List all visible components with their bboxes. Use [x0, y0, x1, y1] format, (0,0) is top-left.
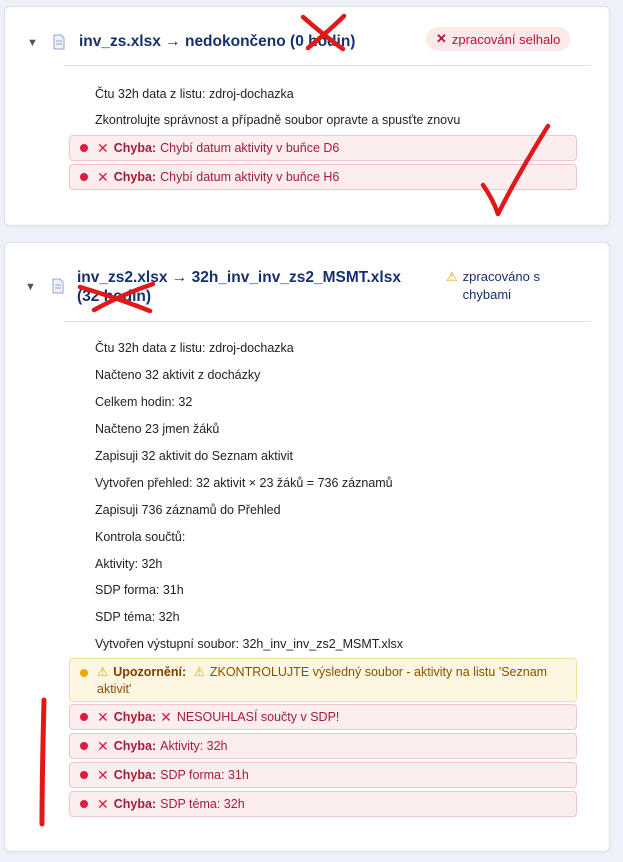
error-icon: ✕: [97, 708, 109, 725]
log-line: SDP téma: 32h: [95, 610, 180, 624]
warning-icon: ⚠: [193, 665, 205, 679]
status-badge: ✕ zpracování selhalo: [426, 27, 571, 51]
error-text: Aktivity: 32h: [160, 739, 228, 753]
warning-label: Upozornění:: [113, 665, 187, 679]
error-text: Chybí datum aktivity v buňce D6: [160, 141, 340, 155]
bullet-icon: [80, 771, 88, 779]
error-message: ✕ Chyba: ✕ NESOUHLASÍ součty v SDP!: [69, 704, 577, 730]
status-text: zpracování selhalo: [451, 31, 561, 47]
error-text: NESOUHLASÍ součty v SDP!: [176, 710, 340, 724]
error-text: SDP forma: 31h: [160, 768, 249, 782]
file-card-1: ▼ inv_zs.xlsx → nedokončeno (0 hodin) ✕ …: [4, 6, 610, 226]
error-message: ✕ Chyba: SDP téma: 32h: [69, 791, 577, 817]
log-line: Celkem hodin: 32: [95, 395, 193, 409]
error-message: ✕ Chyba: SDP forma: 31h: [69, 762, 577, 788]
close-icon: ✕: [436, 31, 447, 46]
log-line: Načteno 23 jmen žáků: [95, 422, 220, 436]
log-line: Vytvořen výstupní soubor: 32h_inv_inv_zs…: [95, 637, 404, 651]
log-line: SDP forma: 31h: [95, 583, 184, 597]
error-text: SDP téma: 32h: [160, 797, 245, 811]
bullet-icon: [80, 144, 88, 152]
divider: [64, 65, 591, 66]
error-icon: ✕: [97, 737, 109, 754]
error-icon: ✕: [97, 766, 109, 783]
file-icon: [53, 34, 65, 50]
bullet-icon: [80, 713, 88, 721]
log-line: Zkontrolujte správnost a případně soubor…: [95, 113, 461, 127]
bullet-icon: [80, 742, 88, 750]
warning-icon: ⚠: [446, 269, 458, 284]
log-line: Aktivity: 32h: [95, 557, 163, 571]
warning-icon: ⚠: [97, 665, 109, 679]
log-line: Čtu 32h data z listu: zdroj-dochazka: [95, 87, 294, 101]
chevron-down-icon[interactable]: ▼: [25, 281, 36, 293]
status-badge: ⚠ zpracováno s chybami: [446, 268, 576, 304]
bullet-icon: [80, 800, 88, 808]
error-label: Chyba:: [113, 739, 157, 753]
bullet-icon: [80, 173, 88, 181]
error-text: Chybí datum aktivity v buňce H6: [160, 170, 340, 184]
error-label: Chyba:: [113, 710, 157, 724]
error-message: ✕ Chyba: Chybí datum aktivity v buňce H6: [69, 164, 577, 190]
error-message: ✕ Chyba: Chybí datum aktivity v buňce D6: [69, 135, 577, 161]
log-line: Čtu 32h data z listu: zdroj-dochazka: [95, 341, 294, 355]
chevron-down-icon[interactable]: ▼: [27, 37, 38, 49]
error-label: Chyba:: [113, 141, 157, 155]
log-line: Kontrola součtů:: [95, 530, 186, 544]
error-icon: ✕: [160, 708, 172, 725]
log-line: Načteno 32 aktivit z docházky: [95, 368, 261, 382]
divider: [64, 321, 591, 322]
bullet-icon: [80, 669, 88, 677]
log-line: Zapisuji 736 záznamů do Přehled: [95, 503, 281, 517]
warning-message: ⚠ Upozornění: ⚠ ZKONTROLUJTE výsledný soub…: [69, 658, 577, 702]
error-message: ✕ Chyba: Aktivity: 32h: [69, 733, 577, 759]
error-icon: ✕: [97, 795, 109, 812]
error-label: Chyba:: [113, 797, 157, 811]
error-icon: ✕: [97, 139, 109, 156]
file-card-2: ▼ inv_zs2.xlsx → 32h_inv_inv_zs2_MSMT.xl…: [4, 242, 610, 852]
status-text: zpracováno s chybami: [462, 269, 540, 302]
file-title[interactable]: inv_zs.xlsx → nedokončeno (0 hodin): [79, 32, 355, 51]
file-icon: [52, 278, 64, 294]
file-title[interactable]: inv_zs2.xlsx → 32h_inv_inv_zs2_MSMT.xlsx…: [77, 268, 427, 306]
error-icon: ✕: [97, 168, 109, 185]
error-label: Chyba:: [113, 170, 157, 184]
log-line: Vytvořen přehled: 32 aktivit × 23 žáků =…: [95, 476, 393, 490]
log-line: Zapisuji 32 aktivit do Seznam aktivit: [95, 449, 294, 463]
error-label: Chyba:: [113, 768, 157, 782]
